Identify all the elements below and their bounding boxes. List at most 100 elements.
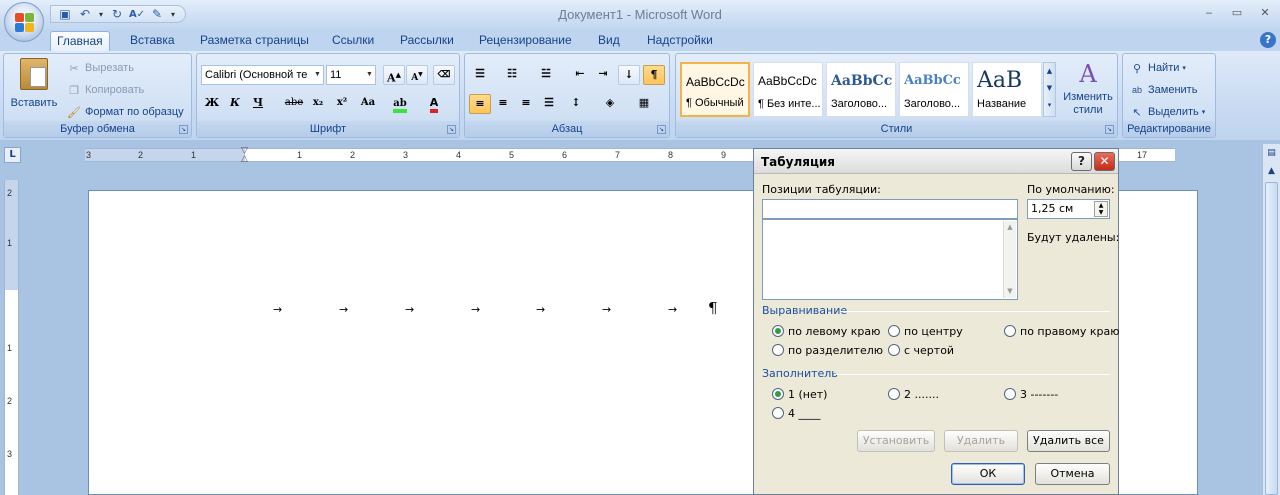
tab-insert[interactable]: Вставка: [124, 31, 181, 51]
help-icon[interactable]: ?: [1260, 32, 1276, 48]
format-painter-button[interactable]: 🖌 Формат по образцу: [66, 104, 184, 120]
chevron-down-icon[interactable]: ▼: [364, 66, 375, 84]
radio-align-decimal[interactable]: [772, 344, 784, 356]
increase-indent-button[interactable]: ⇥: [592, 65, 614, 85]
radio-align-right[interactable]: [1004, 325, 1016, 337]
radio-align-center-label[interactable]: по центру: [904, 325, 963, 338]
replace-button[interactable]: ab Заменить: [1129, 82, 1197, 98]
scroll-thumb[interactable]: [1265, 182, 1278, 495]
help-icon[interactable]: ?: [1071, 152, 1092, 171]
radio-align-left[interactable]: [772, 325, 784, 337]
tab-mailings[interactable]: Рассылки: [394, 31, 460, 51]
tab-positions-input[interactable]: [762, 199, 1018, 219]
line-spacing-button[interactable]: ↕: [565, 94, 587, 114]
clipboard-launcher-icon[interactable]: ↘: [179, 125, 188, 134]
dialog-title-bar[interactable]: Табуляция ? ✕: [754, 149, 1118, 174]
grow-font-button[interactable]: A▲: [383, 65, 405, 85]
radio-leader-none-label[interactable]: 1 (нет): [788, 388, 827, 401]
italic-button[interactable]: К: [224, 94, 246, 114]
font-name-input[interactable]: Calibri (Основной те ▼: [201, 65, 324, 85]
radio-leader-underline[interactable]: [772, 407, 784, 419]
indent-marker-icon[interactable]: ▽ △: [241, 147, 248, 164]
font-launcher-icon[interactable]: ↘: [447, 125, 456, 134]
radio-leader-dots[interactable]: [888, 388, 900, 400]
clear-all-button[interactable]: Удалить все: [1027, 430, 1110, 452]
paste-button[interactable]: Вставить: [8, 58, 60, 120]
borders-button[interactable]: ▦: [633, 94, 655, 114]
change-styles-button[interactable]: A Изменить стили: [1060, 60, 1116, 117]
cancel-button[interactable]: Отмена: [1035, 463, 1110, 485]
style-normal[interactable]: AaBbCcDc ¶ Обычный: [680, 62, 750, 117]
bold-button[interactable]: Ж: [201, 94, 223, 114]
radio-align-right-label[interactable]: по правому краю: [1020, 325, 1119, 338]
cut-button[interactable]: ✂ Вырезать: [66, 60, 134, 76]
list-scrollbar[interactable]: ▲ ▼: [1003, 221, 1016, 298]
tab-positions-list[interactable]: ▲ ▼: [762, 219, 1018, 300]
radio-align-bar-label[interactable]: с чертой: [904, 344, 954, 357]
clear-button[interactable]: Удалить: [944, 430, 1018, 452]
styles-scroll[interactable]: ▲ ▼ ▾: [1043, 62, 1056, 117]
style-heading-2[interactable]: AaBbCc Заголово...: [899, 62, 969, 117]
ok-button[interactable]: ОК: [951, 463, 1025, 485]
align-left-button[interactable]: ≡: [469, 94, 491, 114]
maximize-icon[interactable]: ▭: [1230, 6, 1244, 19]
vertical-scrollbar[interactable]: ▤ ▲: [1262, 144, 1280, 495]
align-center-button[interactable]: ≡: [492, 94, 514, 114]
subscript-button[interactable]: x₂: [307, 94, 329, 114]
strikethrough-button[interactable]: abe: [283, 94, 305, 114]
underline-button[interactable]: Ч: [247, 94, 269, 114]
clear-format-button[interactable]: ⌫: [433, 65, 455, 85]
office-button[interactable]: [4, 2, 44, 42]
copy-button[interactable]: ❐ Копировать: [66, 82, 144, 98]
spin-buttons[interactable]: ▲ ▼: [1094, 201, 1108, 217]
justify-button[interactable]: ☰: [538, 94, 560, 114]
change-case-button[interactable]: Aa: [357, 94, 379, 114]
radio-align-bar[interactable]: [888, 344, 900, 356]
scroll-down-icon[interactable]: ▼: [1004, 285, 1016, 298]
close-icon[interactable]: ✕: [1258, 6, 1272, 19]
style-title[interactable]: AaB Название: [972, 62, 1042, 117]
font-color-button[interactable]: A: [423, 94, 445, 114]
scroll-up-icon[interactable]: ▲: [1265, 166, 1278, 179]
radio-leader-underline-label[interactable]: 4 ____: [788, 407, 821, 420]
align-right-button[interactable]: ≡: [515, 94, 537, 114]
scroll-up-icon[interactable]: ▲: [1004, 221, 1016, 234]
minimize-icon[interactable]: ‒: [1202, 6, 1216, 19]
vertical-ruler[interactable]: 2 1 1 2 3: [4, 180, 19, 495]
radio-leader-dots-label[interactable]: 2 .......: [904, 388, 939, 401]
styles-launcher-icon[interactable]: ↘: [1105, 125, 1114, 134]
highlight-button[interactable]: ab: [389, 94, 411, 114]
tab-review[interactable]: Рецензирование: [473, 31, 578, 51]
style-heading-1[interactable]: AaBbCc Заголово...: [826, 62, 896, 117]
radio-align-decimal-label[interactable]: по разделителю: [788, 344, 883, 357]
numbering-button[interactable]: ☷: [501, 65, 523, 85]
radio-leader-none[interactable]: [772, 388, 784, 400]
default-stops-spinner[interactable]: 1,25 см ▲ ▼: [1027, 199, 1110, 219]
show-marks-button[interactable]: ¶: [643, 65, 665, 85]
sort-button[interactable]: ↓: [618, 65, 640, 85]
select-button[interactable]: ↖ Выделить ▾: [1129, 104, 1205, 120]
radio-align-left-label[interactable]: по левому краю: [788, 325, 880, 338]
superscript-button[interactable]: x²: [331, 94, 353, 114]
multilevel-list-button[interactable]: ☱: [535, 65, 557, 85]
radio-leader-dashes-label[interactable]: 3 -------: [1020, 388, 1058, 401]
shrink-font-button[interactable]: A▼: [406, 65, 428, 85]
decrease-indent-button[interactable]: ⇤: [569, 65, 591, 85]
radio-leader-dashes[interactable]: [1004, 388, 1016, 400]
font-size-input[interactable]: 11 ▼: [326, 65, 376, 85]
paragraph-launcher-icon[interactable]: ↘: [657, 125, 666, 134]
close-icon[interactable]: ✕: [1094, 152, 1115, 171]
tab-addins[interactable]: Надстройки: [641, 31, 719, 51]
tab-home[interactable]: Главная: [50, 31, 110, 51]
shading-button[interactable]: ◈: [599, 94, 621, 114]
radio-align-center[interactable]: [888, 325, 900, 337]
tab-selector-icon[interactable]: L: [4, 147, 21, 163]
chevron-down-icon[interactable]: ▼: [312, 66, 323, 84]
ruler-toggle-icon[interactable]: ▤: [1265, 148, 1278, 161]
style-no-spacing[interactable]: AaBbCcDc ¶ Без инте...: [753, 62, 823, 117]
tab-view[interactable]: Вид: [592, 31, 626, 51]
tab-references[interactable]: Ссылки: [326, 31, 380, 51]
tab-page-layout[interactable]: Разметка страницы: [194, 31, 315, 51]
bullets-button[interactable]: ☰: [469, 65, 491, 85]
set-button[interactable]: Установить: [857, 430, 935, 452]
